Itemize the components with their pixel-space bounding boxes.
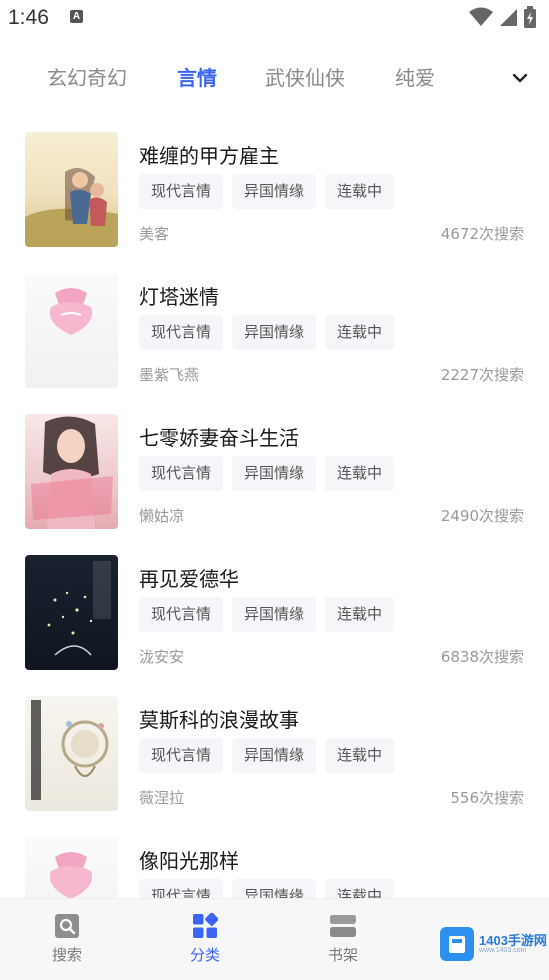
status-bar: 1:46 A [0, 0, 549, 36]
book-item[interactable]: 难缠的甲方雇主 现代言情 异国情缘 连载中 美客 4672次搜索 [0, 132, 549, 272]
tab-category-3[interactable]: 纯爱 [395, 62, 435, 91]
book-tag: 现代言情 [139, 174, 224, 209]
book-status-tag: 连载中 [325, 879, 395, 898]
nav-label-category: 分类 [189, 946, 220, 964]
book-title: 莫斯科的浪漫故事 [139, 708, 299, 732]
book-status-tag: 连载中 [325, 174, 395, 209]
book-item[interactable]: 灯塔迷情 现代言情 异国情缘 连载中 墨紫飞燕 2227次搜索 [0, 273, 549, 413]
signal-icon [499, 9, 517, 26]
book-search-count: 6838次搜索 [440, 648, 524, 666]
tab-category-2[interactable]: 武侠仙侠 [265, 62, 345, 91]
book-cover [25, 414, 118, 529]
bookshelf-icon [330, 915, 356, 937]
nav-item-category[interactable]: 分类 [160, 913, 250, 973]
tab-category-1[interactable]: 言情 [177, 62, 217, 91]
book-item[interactable]: 像阳光那样 现代言情 异国情缘 连载中 [0, 837, 549, 898]
book-tag: 异国情缘 [232, 174, 317, 209]
battery-icon [524, 6, 536, 28]
book-search-count: 2227次搜索 [440, 366, 524, 384]
nav-item-search[interactable]: 搜索 [22, 913, 112, 973]
wifi-icon [468, 7, 493, 26]
notification-icon: A [70, 10, 83, 23]
book-title: 灯塔迷情 [139, 285, 219, 309]
book-author: 泷安安 [139, 648, 185, 666]
category-grid-icon [193, 913, 218, 938]
tab-category-0[interactable]: 玄幻奇幻 [47, 62, 127, 91]
book-tag: 异国情缘 [232, 879, 317, 898]
book-cover [25, 696, 118, 811]
book-tag: 异国情缘 [232, 456, 317, 491]
book-cover [25, 555, 118, 670]
book-author: 懒姑凉 [139, 507, 185, 525]
book-tag: 异国情缘 [232, 315, 317, 350]
book-search-count: 2490次搜索 [440, 507, 524, 525]
book-author: 薇涅拉 [139, 789, 185, 807]
nav-label-search: 搜索 [51, 946, 82, 964]
book-tag: 现代言情 [139, 879, 224, 898]
status-time: 1:46 [8, 6, 49, 29]
book-status-tag: 连载中 [325, 597, 395, 632]
book-tag: 现代言情 [139, 315, 224, 350]
book-cover [25, 132, 118, 247]
book-tag: 现代言情 [139, 738, 224, 773]
book-author: 美客 [139, 225, 170, 243]
book-author: 墨紫飞燕 [139, 366, 200, 384]
book-list: 难缠的甲方雇主 现代言情 异国情缘 连载中 美客 4672次搜索 灯塔迷情 现代… [0, 132, 549, 898]
book-title: 再见爱德华 [139, 567, 239, 591]
book-item[interactable]: 莫斯科的浪漫故事 现代言情 异国情缘 连载中 薇涅拉 556次搜索 [0, 696, 549, 836]
category-tab-bar: 玄幻奇幻 言情 武侠仙侠 纯爱 [0, 54, 549, 104]
search-icon [55, 914, 79, 938]
book-cover [25, 837, 118, 898]
book-item[interactable]: 七零娇妻奋斗生活 现代言情 异国情缘 连载中 懒姑凉 2490次搜索 [0, 414, 549, 554]
chevron-down-icon[interactable] [509, 67, 531, 89]
book-tag: 异国情缘 [232, 738, 317, 773]
book-status-tag: 连载中 [325, 315, 395, 350]
watermark-logo: 1403手游网 www.1403.com [440, 927, 547, 961]
watermark-subtext: www.1403.com [479, 947, 527, 954]
book-tag: 现代言情 [139, 456, 224, 491]
book-title: 七零娇妻奋斗生活 [139, 426, 299, 450]
book-item[interactable]: 再见爱德华 现代言情 异国情缘 连载中 泷安安 6838次搜索 [0, 555, 549, 695]
status-indicators [468, 6, 537, 28]
nav-item-bookshelf[interactable]: 书架 [298, 913, 388, 973]
book-status-tag: 连载中 [325, 738, 395, 773]
book-title: 难缠的甲方雇主 [139, 144, 279, 168]
book-cover [25, 273, 118, 388]
book-search-count: 556次搜索 [450, 789, 524, 807]
nav-label-bookshelf: 书架 [327, 946, 358, 964]
book-tag: 异国情缘 [232, 597, 317, 632]
book-tag: 现代言情 [139, 597, 224, 632]
watermark-icon [440, 927, 474, 961]
book-search-count: 4672次搜索 [440, 225, 524, 243]
book-title: 像阳光那样 [139, 849, 239, 873]
book-status-tag: 连载中 [325, 456, 395, 491]
